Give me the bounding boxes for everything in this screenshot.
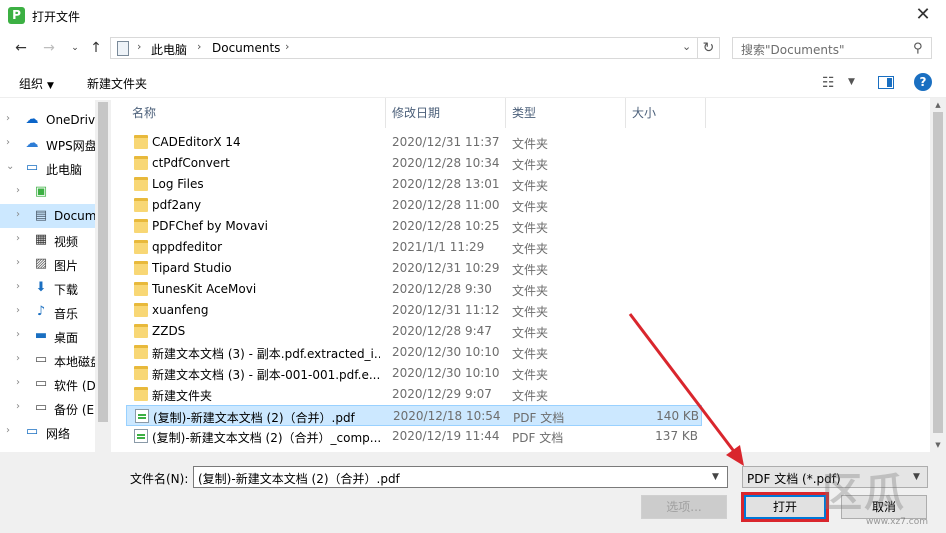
annotation-arrowhead <box>726 445 744 466</box>
site-watermark-url: www.xz7.com <box>866 517 928 527</box>
annotation-arrow-shaft <box>628 313 741 459</box>
annotation-arrow <box>628 313 744 466</box>
